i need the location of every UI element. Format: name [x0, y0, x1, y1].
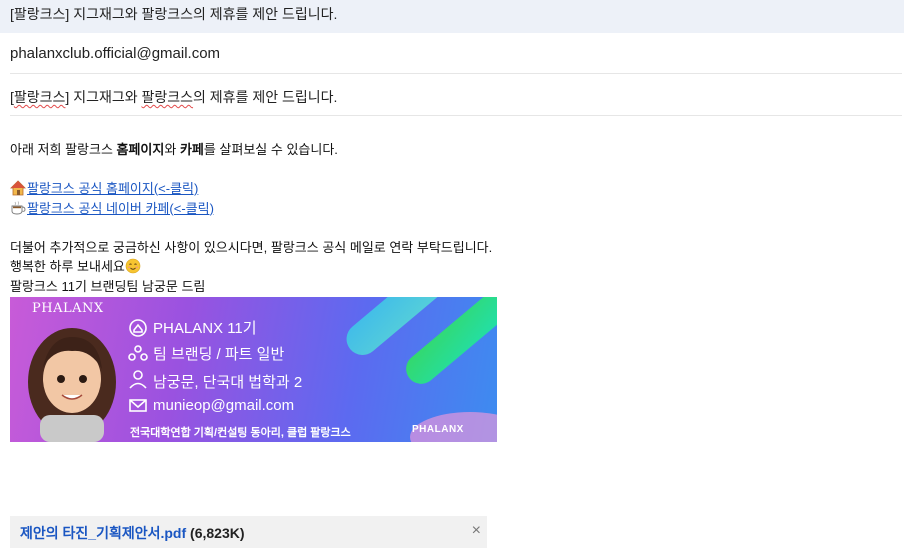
attachment-size: (6,823K): [190, 525, 245, 541]
attachment-chip[interactable]: 제안의 타진_기획제안서.pdf (6,823K) ×: [10, 516, 487, 548]
subject-brand: 팔랑크스: [13, 89, 66, 105]
banner-line-4: munieop@gmail.com: [153, 397, 295, 414]
banner-footer: 전국대학연합 기획/컨설팅 동아리, 클럽 팔랑크스: [130, 427, 351, 439]
body-intro-line: 아래 저희 팔랑크스 홈페이지와 카페를 살펴보실 수 있습니다.: [10, 140, 890, 160]
cafe-link[interactable]: 팔랑크스 공식 네이버 카페(<-클릭): [27, 201, 214, 216]
signature-banner: PHALANX PHALANX 11기 팀 브랜딩 / 파트 일반 남궁문, 단…: [10, 297, 497, 442]
remove-attachment-icon[interactable]: ×: [472, 522, 481, 540]
email-subject-header: [팔랑크스] 지그재그와 팔랑크스의 제휴를 제안 드립니다.: [0, 0, 904, 33]
sender-email[interactable]: phalanxclub.official@gmail.com: [10, 45, 220, 62]
smiling-face-icon: [125, 258, 141, 274]
intro-homepage-bold: 홈페이지: [116, 142, 165, 157]
intro-cafe-bold: 카페: [179, 142, 204, 157]
banner-line-1: PHALANX 11기: [153, 320, 257, 337]
homepage-link-line: 팔랑크스 공식 홈페이지(<-클릭): [10, 179, 890, 199]
banner-brand: PHALANX: [32, 301, 104, 316]
banner-brand-small: PHALANX: [412, 424, 464, 435]
attachment-name[interactable]: 제안의 타진_기획제안서.pdf: [20, 525, 186, 541]
coffee-icon: [11, 200, 26, 214]
body-greeting-line: 행복한 하루 보내세요: [10, 257, 890, 277]
house-icon: [10, 180, 26, 196]
greeting-text: 행복한 하루 보내세요: [10, 259, 125, 274]
banner-line-2: 팀 브랜딩 / 파트 일반: [153, 346, 285, 363]
subject-header-text: [팔랑크스] 지그재그와 팔랑크스의 제휴를 제안 드립니다.: [10, 6, 338, 22]
subject-mid: ] 지그재그와: [65, 89, 142, 105]
homepage-link[interactable]: 팔랑크스 공식 홈페이지(<-클릭): [27, 181, 198, 196]
intro-text-a: 아래 저희 팔랑크스: [10, 142, 117, 157]
body-followup-line: 더불어 추가적으로 궁금하신 사항이 있으시다면, 팔랑크스 공식 메일로 연락…: [10, 239, 493, 255]
cafe-link-line: 팔랑크스 공식 네이버 카페(<-클릭): [10, 199, 890, 219]
sender-row: phalanxclub.official@gmail.com: [10, 33, 902, 74]
subject-brand-2: 팔랑크스: [141, 89, 194, 105]
intro-text-c: 와: [164, 142, 180, 157]
body-signature-line: 팔랑크스 11기 브랜딩팀 남궁문 드림: [10, 278, 206, 294]
subject-rest: 의 제휴를 제안 드립니다.: [193, 89, 338, 105]
banner-line-3: 남궁문, 단국대 법학과 2: [153, 374, 303, 391]
intro-text-e: 를 살펴보실 수 있습니다.: [203, 142, 338, 157]
subject-row: [팔랑크스] 지그재그와 팔랑크스의 제휴를 제안 드립니다.: [10, 74, 902, 116]
email-body: 아래 저희 팔랑크스 홈페이지와 카페를 살펴보실 수 있습니다. 팔랑크스 공…: [10, 140, 890, 296]
